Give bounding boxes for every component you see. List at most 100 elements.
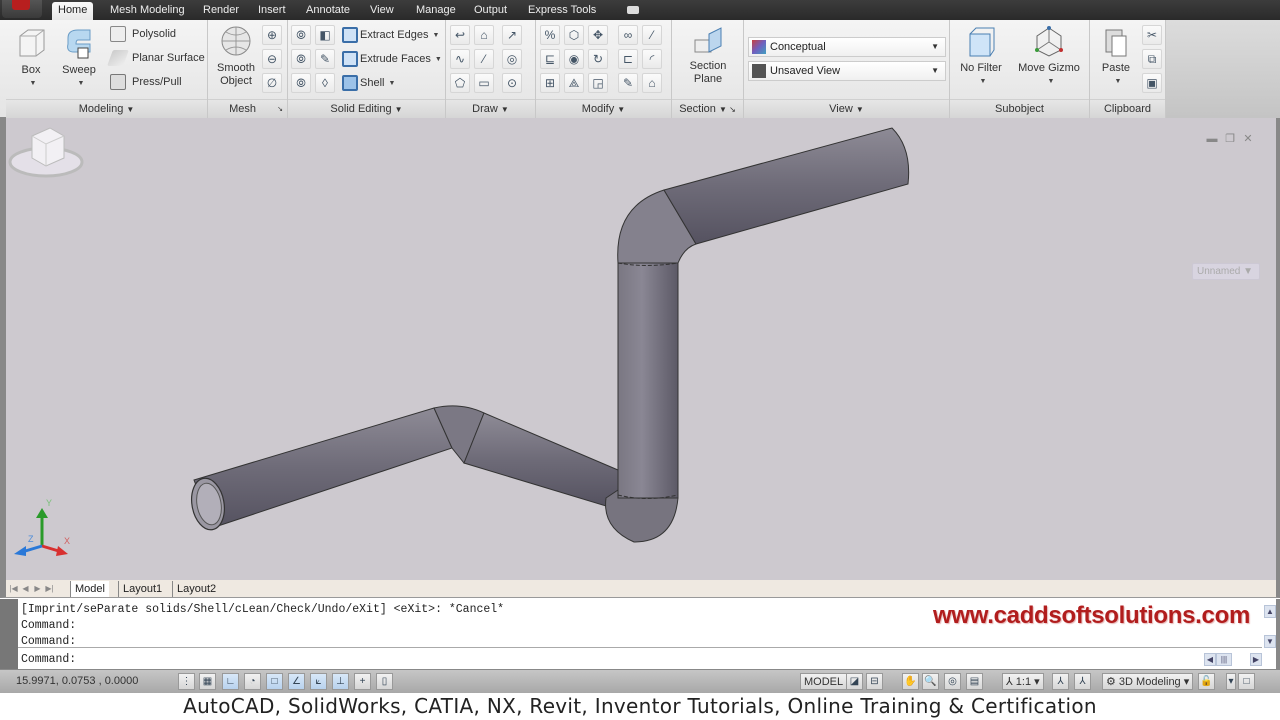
cut-icon[interactable]: ✂ xyxy=(1142,25,1162,45)
interfere-icon[interactable]: ⌂ xyxy=(642,73,662,93)
layout-tab-model[interactable]: Model xyxy=(70,581,109,597)
scroll-down-icon[interactable]: ▼ xyxy=(1264,635,1276,648)
section-plane-button[interactable]: Section Plane xyxy=(682,26,734,86)
named-view-dropdown[interactable]: Unsaved View ▼ xyxy=(748,61,946,81)
ucs-menu-dropdown[interactable]: Unnamed ▼ xyxy=(1192,263,1260,280)
viewcube[interactable] xyxy=(6,118,86,182)
offset-faces-icon[interactable]: ◊ xyxy=(315,73,335,93)
offset-icon[interactable]: ◲ xyxy=(588,73,608,93)
polyline-icon[interactable]: ↩ xyxy=(450,25,470,45)
match-properties-icon[interactable]: ✎ xyxy=(618,73,638,93)
3d-align-icon[interactable]: ⟁ xyxy=(564,73,584,93)
annotation-visibility-icon[interactable]: ⅄ xyxy=(1052,673,1069,690)
tab-annotate[interactable]: Annotate xyxy=(300,2,356,20)
object-snap-icon[interactable]: □ xyxy=(266,673,283,690)
command-input[interactable]: Command: xyxy=(21,653,76,666)
fillet-icon[interactable]: ◜ xyxy=(642,49,662,69)
ribbon-minimize-icon[interactable] xyxy=(627,6,639,14)
tab-mesh-modeling[interactable]: Mesh Modeling xyxy=(104,2,191,20)
array-icon[interactable]: ∞ xyxy=(618,25,638,45)
workspace-switching-dropdown[interactable]: ⚙ 3D Modeling ▾ xyxy=(1102,673,1194,690)
panel-title-section[interactable]: Section ▼ ↘ xyxy=(672,99,743,118)
scroll-right-icon[interactable]: ▶ xyxy=(1250,653,1262,666)
panel-title-solid-editing[interactable]: Solid Editing ▼ xyxy=(288,99,445,118)
press-pull-button[interactable]: Press/Pull xyxy=(110,74,182,90)
stretch-icon[interactable]: ⊏ xyxy=(618,49,638,69)
mesh-refine-icon[interactable]: ⊕ xyxy=(262,25,282,45)
drawing-viewport[interactable]: Y X Z ▬ ❐ ✕ Unnamed ▼ xyxy=(0,118,1280,580)
dynamic-ucs-icon[interactable]: ⊥ xyxy=(332,673,349,690)
ortho-mode-icon[interactable]: ∟ xyxy=(222,673,239,690)
pipe-model[interactable]: Y X Z xyxy=(6,118,1276,580)
paste-button[interactable]: Paste ▼ xyxy=(1096,26,1136,88)
restore-icon[interactable]: ❐ xyxy=(1224,134,1236,145)
arc-icon[interactable]: ↗ xyxy=(502,25,522,45)
planar-surface-button[interactable]: Planar Surface xyxy=(107,50,205,66)
scroll-up-icon[interactable]: ▲ xyxy=(1264,605,1276,618)
dynamic-input-icon[interactable]: + xyxy=(354,673,371,690)
smooth-object-button[interactable]: Smooth Object xyxy=(214,24,258,88)
line-icon[interactable]: ⁄ xyxy=(474,49,494,69)
union-icon[interactable]: ⦾ xyxy=(291,25,311,45)
application-menu-button[interactable] xyxy=(2,0,42,18)
h-scrollbar-thumb[interactable]: ||| xyxy=(1216,653,1232,666)
snap-mode-icon[interactable]: ⋮ xyxy=(178,673,195,690)
copy-edges-icon[interactable]: ◧ xyxy=(315,25,335,45)
spline-icon[interactable]: ∿ xyxy=(450,49,470,69)
polysolid-button[interactable]: Polysolid xyxy=(110,26,176,42)
quick-view-drawings-icon[interactable]: ⊟ xyxy=(866,673,883,690)
annotation-scale-dropdown[interactable]: ⅄ 1:1 ▾ xyxy=(1002,673,1044,690)
shell-button[interactable]: Shell ▼ xyxy=(342,75,395,91)
tab-express-tools[interactable]: Express Tools xyxy=(522,2,602,20)
3d-array-icon[interactable]: ⊞ xyxy=(540,73,560,93)
3d-mirror-icon[interactable]: ◉ xyxy=(564,49,584,69)
grid-display-icon[interactable]: ▦ xyxy=(199,673,216,690)
taper-faces-icon[interactable]: ✎ xyxy=(315,49,335,69)
3d-rotate-icon[interactable]: ⬡ xyxy=(564,25,584,45)
pan-icon[interactable]: ✋ xyxy=(902,673,919,690)
rectangle-icon[interactable]: ▭ xyxy=(474,73,494,93)
mesh-crease-icon[interactable]: ∅ xyxy=(262,73,282,93)
box-button[interactable]: Box ▼ xyxy=(10,26,52,90)
panel-title-view[interactable]: View ▼ xyxy=(744,99,949,118)
panel-title-mesh[interactable]: Mesh ↘ xyxy=(208,99,287,118)
intersect-icon[interactable]: ⦾ xyxy=(291,73,311,93)
3d-object-snap-icon[interactable]: ∠ xyxy=(288,673,305,690)
status-menu-icon[interactable]: ▾ xyxy=(1226,673,1236,690)
rotate-icon[interactable]: ↻ xyxy=(588,49,608,69)
subtract-icon[interactable]: ⦾ xyxy=(291,49,311,69)
tab-output[interactable]: Output xyxy=(468,2,513,20)
trim-icon[interactable]: ⁄ xyxy=(642,25,662,45)
presspull-region-icon[interactable]: ⌂ xyxy=(474,25,494,45)
tab-render[interactable]: Render xyxy=(197,2,245,20)
auto-scale-icon[interactable]: ⅄ xyxy=(1074,673,1091,690)
lineweight-icon[interactable]: ▯ xyxy=(376,673,393,690)
ellipse-icon[interactable]: ⊙ xyxy=(502,73,522,93)
mesh-smooth-less-icon[interactable]: ⊖ xyxy=(262,49,282,69)
panel-title-modify[interactable]: Modify ▼ xyxy=(536,99,671,118)
panel-title-modeling[interactable]: Modeling ▼ xyxy=(6,99,207,118)
copy-icon[interactable]: ⧉ xyxy=(1142,49,1162,69)
layout-tab-layout1[interactable]: Layout1 xyxy=(118,581,166,597)
showmotion-icon[interactable]: ▤ xyxy=(966,673,983,690)
layout-tab-layout2[interactable]: Layout2 xyxy=(172,581,220,597)
move-gizmo-button[interactable]: Move Gizmo ▼ xyxy=(1014,26,1084,88)
next-tab-icon[interactable]: ▶ xyxy=(32,583,43,595)
tab-manage[interactable]: Manage xyxy=(410,2,462,20)
toolbar-lock-icon[interactable]: 🔓 xyxy=(1198,673,1215,690)
extract-edges-button[interactable]: Extract Edges ▼ xyxy=(342,27,439,43)
minimize-icon[interactable]: ▬ xyxy=(1206,134,1218,145)
circle-icon[interactable]: ◎ xyxy=(502,49,522,69)
clean-screen-icon[interactable]: □ xyxy=(1238,673,1255,690)
close-icon[interactable]: ✕ xyxy=(1242,134,1254,145)
last-tab-icon[interactable]: ▶| xyxy=(44,583,55,595)
zoom-icon[interactable]: 🔍 xyxy=(922,673,939,690)
move-icon[interactable]: ✥ xyxy=(588,25,608,45)
first-tab-icon[interactable]: |◀ xyxy=(8,583,19,595)
match-properties-icon[interactable]: ▣ xyxy=(1142,73,1162,93)
no-filter-button[interactable]: No Filter ▼ xyxy=(956,26,1006,88)
visual-style-dropdown[interactable]: Conceptual ▼ xyxy=(748,37,946,57)
steeringwheel-icon[interactable]: ◎ xyxy=(944,673,961,690)
tab-view[interactable]: View xyxy=(364,2,400,20)
align-icon[interactable]: ⊑ xyxy=(540,49,560,69)
